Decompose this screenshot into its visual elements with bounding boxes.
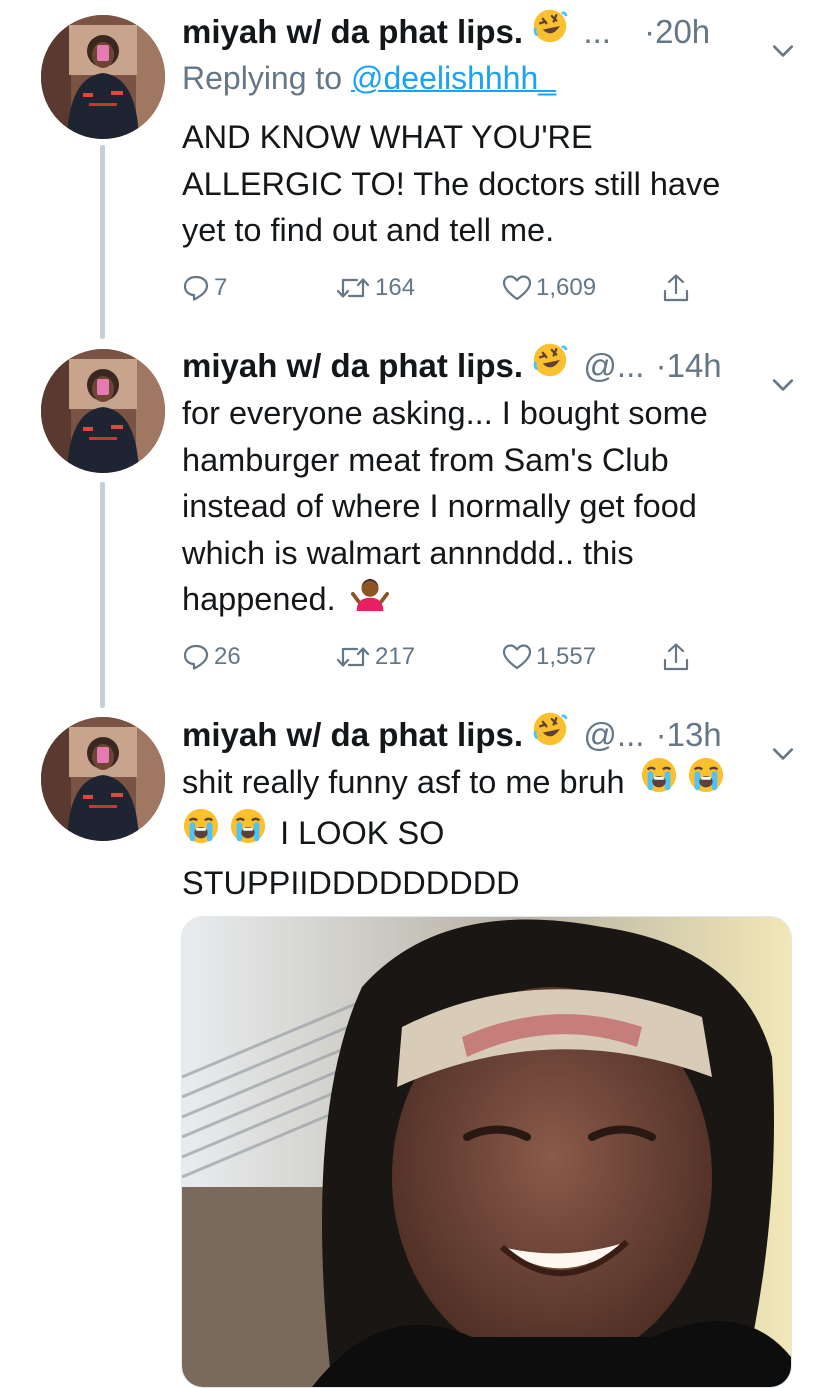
rofl-emoji-icon: [532, 342, 568, 389]
text-fragment: shit really funny asf to me bruh: [182, 764, 625, 800]
retweet-button[interactable]: 164: [335, 268, 415, 308]
like-button[interactable]: 1,609: [502, 268, 596, 308]
tweet-2[interactable]: miyah w/ da phat lips. @... ·14h for eve…: [0, 340, 828, 710]
text-line-last: happened.: [182, 576, 792, 627]
reply-button[interactable]: 7: [182, 268, 227, 308]
user-handle[interactable]: @...: [583, 347, 644, 384]
tweet-text: for everyone asking... I bought some ham…: [182, 390, 792, 627]
text-line: hamburger meat from Sam's Club: [182, 441, 669, 478]
timestamp[interactable]: ·14h: [656, 347, 722, 384]
reply-handle-link[interactable]: @deelishhhh_: [351, 60, 556, 96]
share-icon: [662, 642, 690, 672]
tweet-actions: 7 164 1,609: [180, 268, 720, 308]
tweet-header: miyah w/ da phat lips. ... ·20h: [182, 10, 802, 54]
text-line: for everyone asking... I bought some: [182, 395, 708, 431]
crying-emoji-icon: [640, 756, 678, 807]
text-line: instead of where I normally get food: [182, 488, 697, 524]
display-name[interactable]: miyah w/ da phat lips.: [182, 13, 523, 50]
tweet-header: miyah w/ da phat lips. @... ·13h: [182, 713, 802, 757]
text-line: ALLERGIC TO! The doctors still have: [182, 165, 721, 202]
share-button[interactable]: [662, 637, 694, 677]
timestamp[interactable]: ·13h: [656, 716, 722, 753]
tweet-header: miyah w/ da phat lips. @... ·14h: [182, 344, 802, 388]
avatar[interactable]: [41, 349, 165, 473]
avatar[interactable]: [41, 717, 165, 841]
share-icon: [662, 273, 690, 303]
reply-button[interactable]: 26: [182, 637, 241, 677]
rofl-emoji-icon: [532, 8, 568, 55]
retweet-button[interactable]: 217: [335, 637, 415, 677]
like-button[interactable]: 1,557: [502, 637, 596, 677]
heart-icon: [502, 643, 532, 671]
retweet-count: 164: [375, 274, 416, 301]
tweet-text: AND KNOW WHAT YOU'RE ALLERGIC TO! The do…: [182, 114, 792, 254]
retweet-icon: [335, 274, 371, 302]
user-handle[interactable]: @...: [583, 716, 644, 753]
text-line: shit really funny asf to me bruh: [182, 759, 792, 810]
text-line: I LOOK SO: [182, 810, 792, 861]
chevron-down-icon[interactable]: [772, 25, 794, 69]
reply-count: 7: [214, 274, 228, 301]
thread-line: [100, 145, 105, 339]
crying-emoji-icon: [182, 807, 220, 858]
replying-to-label: Replying to: [182, 60, 351, 96]
text-line: STUPPIIDDDDDDDDD: [182, 865, 520, 902]
retweet-icon: [335, 643, 371, 671]
avatar[interactable]: [41, 15, 165, 139]
display-name[interactable]: miyah w/ da phat lips.: [182, 347, 523, 384]
thread-line: [100, 482, 105, 708]
tweet-1[interactable]: miyah w/ da phat lips. ... ·20h Replying…: [0, 0, 828, 340]
replying-to: Replying to @deelishhhh_: [182, 60, 556, 97]
heart-icon: [502, 274, 532, 302]
crying-emoji-icon: [687, 756, 725, 807]
photo-image: [182, 917, 791, 1387]
tweet-photo[interactable]: [181, 916, 792, 1388]
rofl-emoji-icon: [532, 711, 568, 758]
share-button[interactable]: [662, 268, 694, 308]
tweet-actions: 26 217 1,557: [180, 637, 720, 677]
like-count: 1,557: [536, 643, 597, 670]
user-handle[interactable]: ...: [583, 13, 611, 50]
timestamp[interactable]: ·20h: [644, 13, 710, 50]
reply-count: 26: [214, 643, 241, 670]
reply-icon: [182, 643, 210, 671]
reply-icon: [182, 274, 210, 302]
like-count: 1,609: [536, 274, 597, 301]
display-name[interactable]: miyah w/ da phat lips.: [182, 716, 523, 753]
crying-emoji-icon: [229, 807, 267, 858]
text-line: AND KNOW WHAT YOU'RE: [182, 119, 593, 155]
text-fragment: I LOOK SO: [280, 814, 445, 851]
retweet-count: 217: [375, 643, 416, 670]
shrug-emoji-icon: [351, 573, 389, 624]
text-line: which is walmart annnddd.. this: [182, 534, 634, 571]
tweet-text: shit really funny asf to me bruh I LOOK …: [182, 759, 792, 907]
text-fragment: happened.: [182, 581, 336, 617]
text-line: yet to find out and tell me.: [182, 212, 555, 248]
